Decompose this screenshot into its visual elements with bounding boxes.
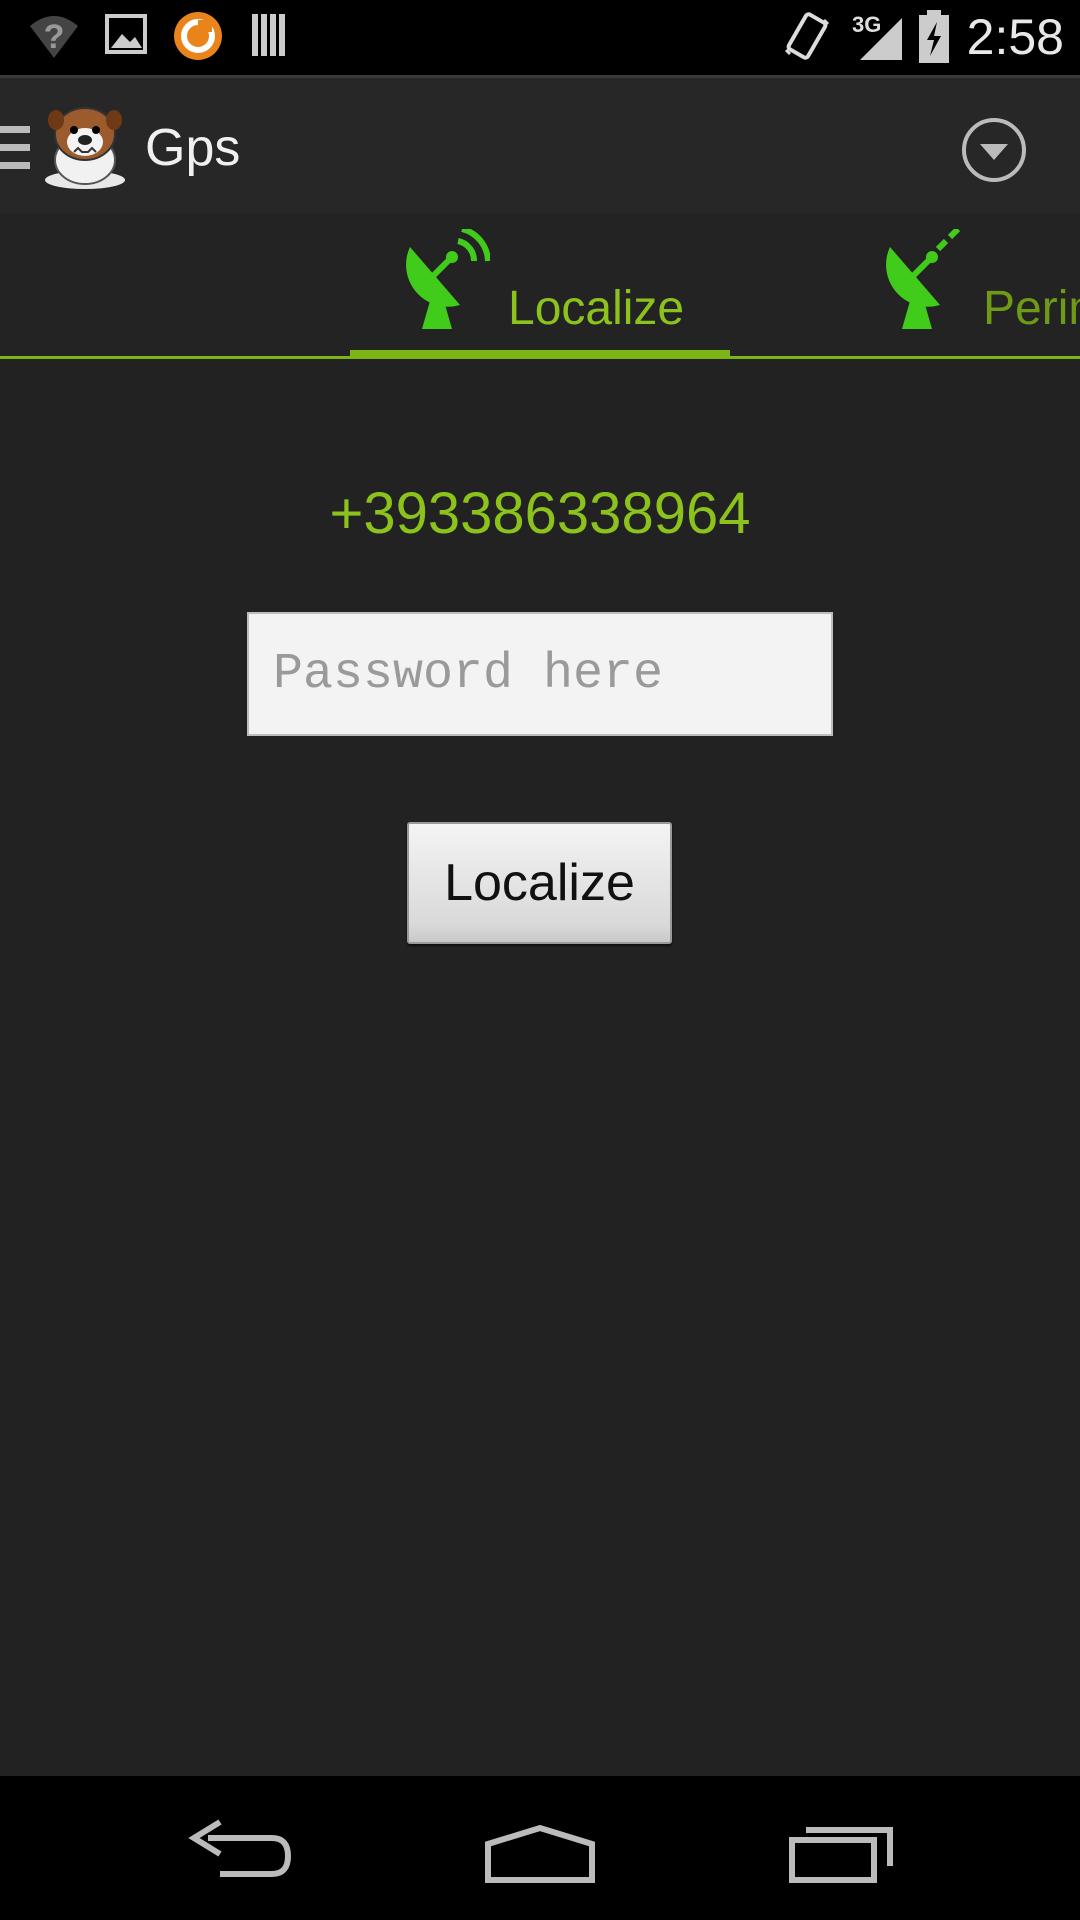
wifi-question-icon: ? [30, 16, 78, 58]
satellite-dish-icon [886, 229, 961, 329]
satellite-dish-icon [406, 229, 490, 329]
signal-icon [860, 18, 902, 60]
status-clock: 2:58 [966, 9, 1064, 65]
phone-number: +393386338964 [329, 481, 751, 546]
tab-perimeter[interactable]: Perim [875, 213, 1080, 359]
tab-strip-divider [0, 356, 1080, 359]
back-icon[interactable] [180, 1816, 300, 1886]
recents-icon[interactable] [782, 1816, 902, 1886]
battery-charging-icon [919, 10, 949, 63]
svg-text:?: ? [44, 18, 65, 56]
orange-app-icon [174, 12, 222, 60]
tab-label: Localize [508, 282, 685, 335]
tab-label: Perim [983, 282, 1080, 335]
nav-bar [0, 1776, 1080, 1920]
action-bar: Gps [0, 75, 1080, 213]
localize-button[interactable]: Localize [407, 822, 672, 944]
app-title: Gps [145, 119, 241, 177]
bulldog-logo[interactable] [42, 100, 128, 190]
vibrate-icon [784, 12, 830, 60]
tab-localize[interactable]: Localize [350, 213, 730, 359]
password-input[interactable] [247, 612, 833, 736]
dropdown-circle-icon[interactable] [960, 116, 1028, 184]
home-icon[interactable] [480, 1816, 600, 1886]
drawer-icon[interactable] [0, 126, 30, 170]
status-bar: ? 3G 2:58 [0, 0, 1080, 75]
gallery-icon [105, 14, 147, 54]
barcode-icon [252, 14, 285, 56]
tab-strip: Localize Perim [0, 213, 1080, 359]
